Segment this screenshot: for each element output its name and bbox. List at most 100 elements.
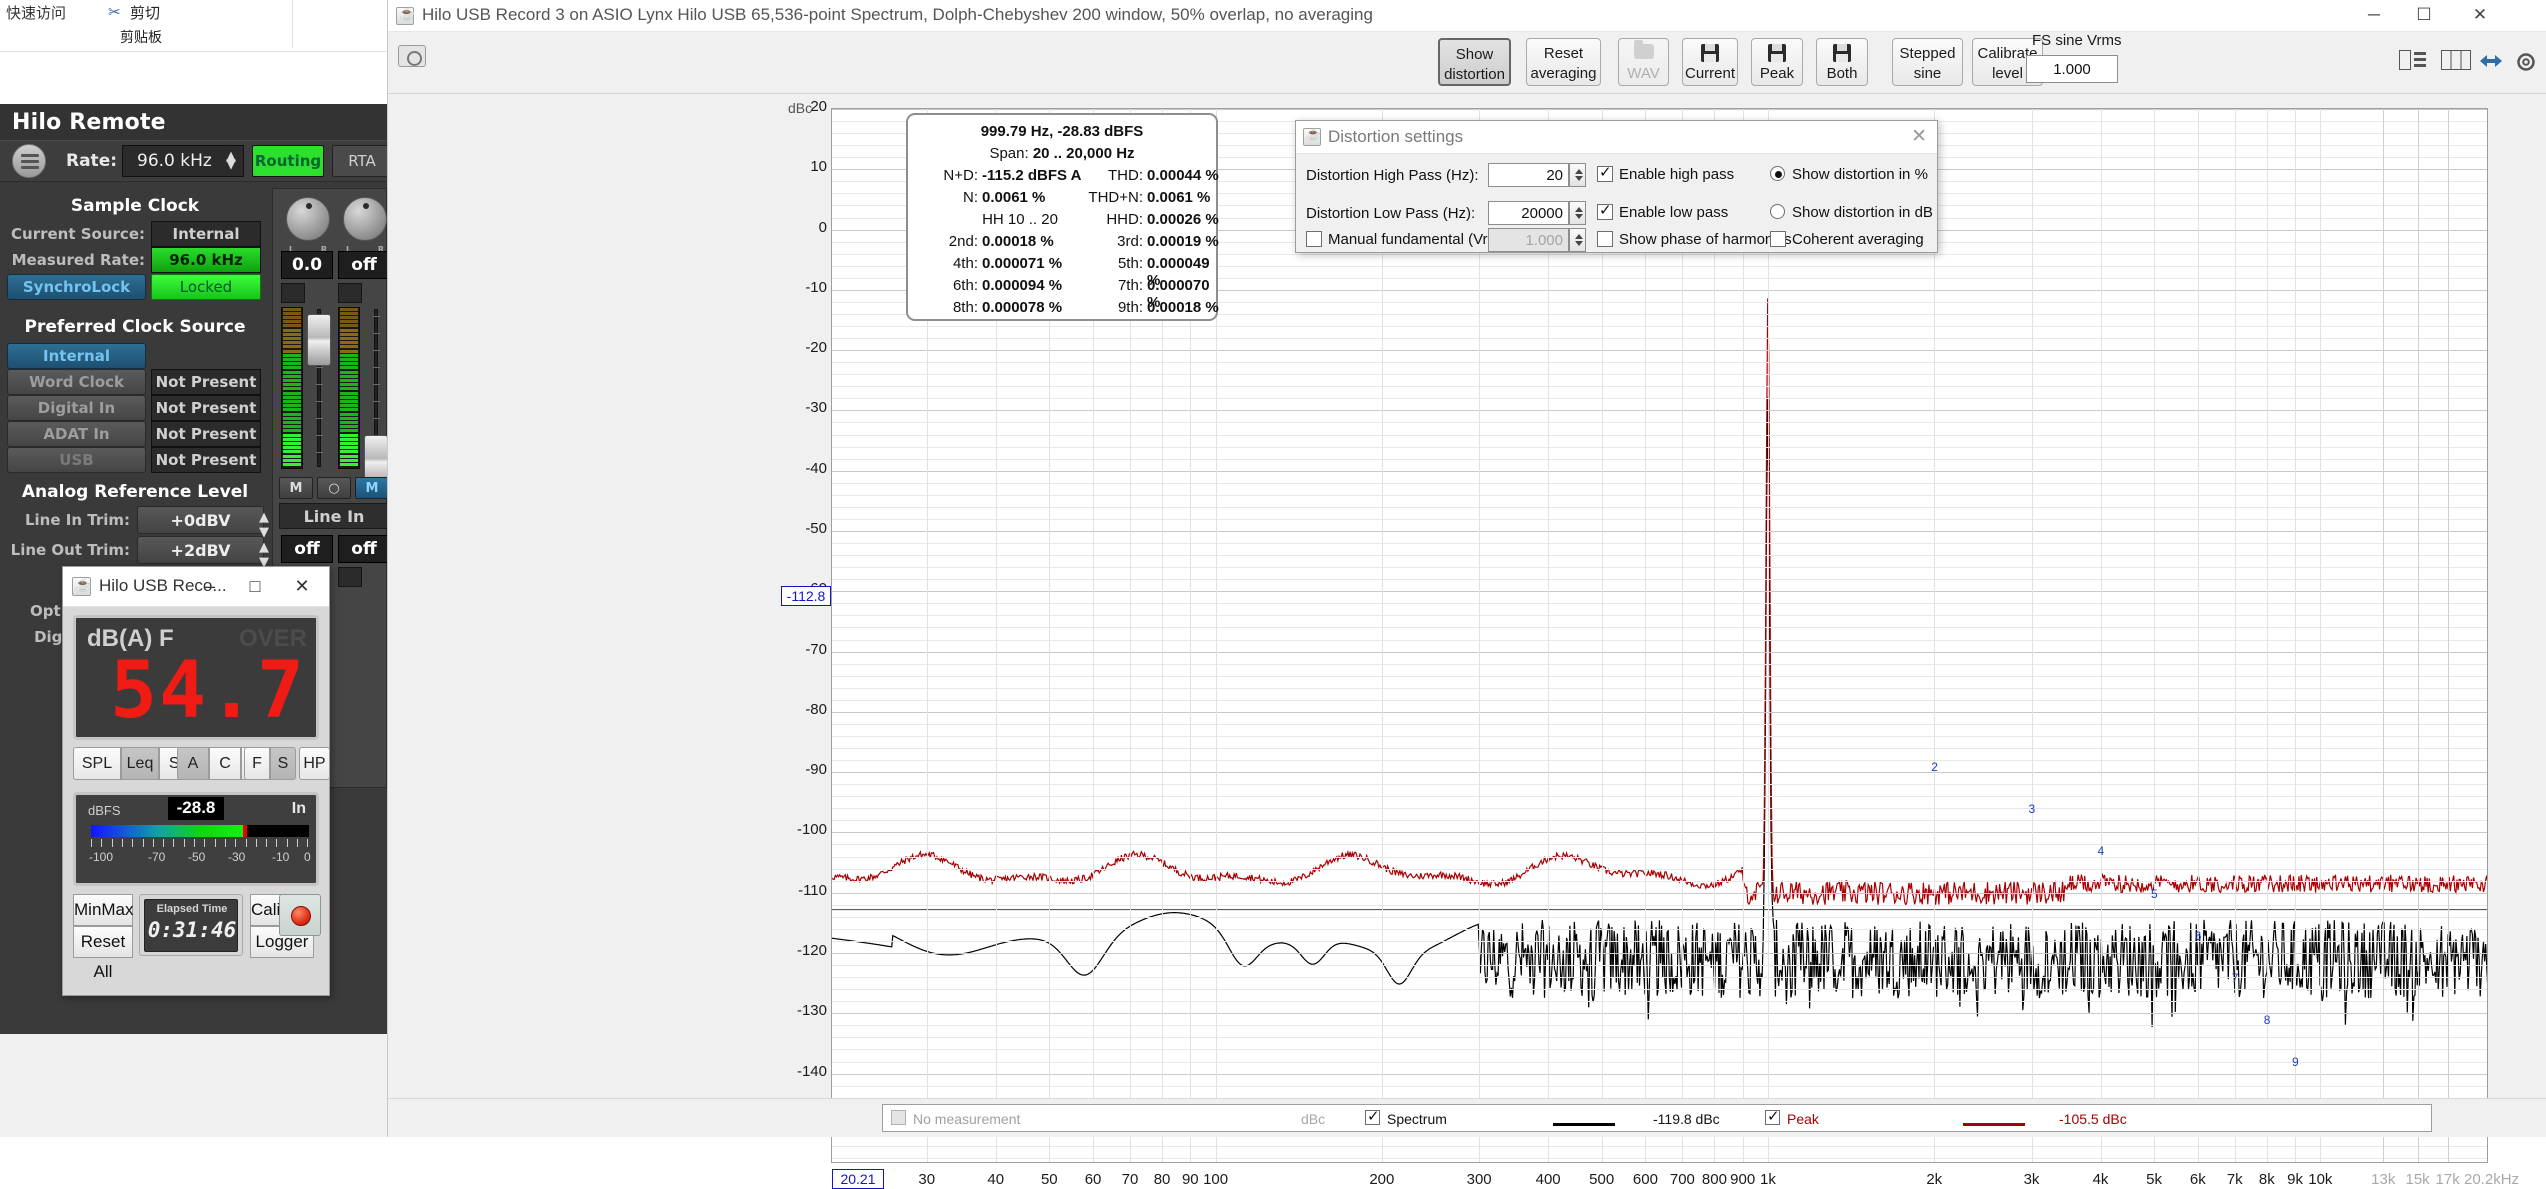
dist-k-0-2: THD:	[1108, 167, 1143, 184]
minmax-button[interactable]: MinMax	[73, 894, 134, 926]
elapsed-time-label: Elapsed Time	[156, 903, 228, 915]
hilo-title: Hilo Remote	[12, 110, 166, 135]
spl-time-s-button[interactable]: S	[270, 747, 296, 780]
reset-all-button[interactable]: Reset All	[73, 926, 133, 981]
layout-icon[interactable]	[2399, 50, 2427, 75]
show-db-radio[interactable]	[1770, 204, 1785, 219]
show-distortion-line2: distortion	[1444, 66, 1505, 83]
coherent-averaging-checkbox[interactable]	[1770, 231, 1786, 247]
analyzer-maximize-button[interactable]: ☐	[2401, 4, 2447, 28]
clock-source-digital-in[interactable]: Digital In	[7, 395, 146, 421]
enable-high-pass-label[interactable]: Enable high pass	[1619, 166, 1734, 183]
gain-value-b[interactable]: off	[338, 251, 390, 279]
cut-label[interactable]: 剪切	[130, 2, 160, 23]
line-in-trim-select[interactable]: +0dBV	[137, 506, 264, 534]
show-distortion-line1: Show	[1455, 46, 1494, 63]
peak-trace-checkbox[interactable]	[1765, 1107, 1780, 1125]
pan-knob-b[interactable]: L R	[343, 197, 387, 254]
spl-level-bar-fill	[91, 825, 243, 837]
show-percent-radio[interactable]	[1770, 166, 1785, 181]
spl-level-bar	[91, 825, 309, 837]
gain-value-a[interactable]: 0.0	[281, 251, 333, 279]
send-b-button[interactable]	[338, 567, 362, 587]
cut-icon: ✂	[108, 4, 121, 21]
enable-low-pass-label[interactable]: Enable low pass	[1619, 204, 1728, 221]
manual-fundamental-label[interactable]: Manual fundamental (Vrms)	[1328, 231, 1513, 248]
spl-maximize-button[interactable]: □	[238, 575, 272, 597]
clock-source-word-clock[interactable]: Word Clock	[7, 369, 146, 395]
y-tick--100: -100	[796, 821, 827, 839]
save-current-button[interactable]: Current	[1682, 38, 1738, 86]
spl-minimize-button[interactable]: –	[193, 575, 227, 597]
clock-source-internal[interactable]: Internal	[7, 343, 146, 369]
spl-lcd-display: dB(A) F OVER 54.7	[73, 615, 319, 740]
spl-mode-leq-button[interactable]: Leq	[121, 747, 159, 780]
rta-button[interactable]: RTA	[332, 145, 392, 177]
gear-icon[interactable]	[2514, 50, 2538, 79]
synchrolock-button[interactable]: SynchroLock	[7, 274, 146, 300]
grid-icon[interactable]	[2441, 50, 2471, 75]
show-distortion-button[interactable]: Show distortion	[1438, 38, 1511, 86]
reset-averaging-button[interactable]: Reset averaging	[1526, 38, 1601, 86]
high-pass-spinner[interactable]	[1569, 163, 1586, 187]
spl-time-f-button[interactable]: F	[244, 747, 270, 780]
x-tick-4k: 4k	[2092, 1171, 2109, 1188]
statusbar-inner: No measurement dBc Spectrum -119.8 dBc P…	[882, 1104, 2432, 1132]
enable-high-pass-checkbox[interactable]	[1597, 163, 1613, 182]
record-button[interactable]	[279, 894, 321, 936]
save-both-button[interactable]: Both	[1816, 38, 1868, 86]
cursor-x-readout[interactable]: 20.21	[832, 1169, 884, 1189]
clock-source-adat-in[interactable]: ADAT In	[7, 421, 146, 447]
spl-mode-spl-button[interactable]: SPL	[73, 747, 121, 780]
show-phase-label[interactable]: Show phase of harmonics	[1619, 231, 1792, 248]
preferred-clock-title: Preferred Clock Source	[24, 317, 246, 337]
clock-source-usb[interactable]: USB	[7, 447, 146, 473]
input-source-button[interactable]: Line In	[279, 503, 389, 529]
peak-trace	[832, 298, 2487, 907]
fader-handle-a[interactable]	[307, 314, 331, 366]
link-button[interactable]: ○	[317, 477, 351, 499]
no-measurement-label: No measurement	[913, 1111, 1021, 1127]
spectrum-trace-checkbox[interactable]	[1365, 1107, 1380, 1125]
rate-selector[interactable]: 96.0 kHz ▲ ▼	[122, 145, 244, 177]
save-peak-button[interactable]: Peak	[1751, 38, 1803, 86]
spl-weight-a-button[interactable]: A	[177, 747, 209, 780]
pan-knob-a[interactable]: L R	[286, 197, 330, 254]
stepped-sine-button[interactable]: Stepped sine	[1892, 38, 1963, 86]
rate-spinner-icon[interactable]: ▲ ▼	[226, 150, 236, 171]
fs-sine-input[interactable]: 1.000	[2026, 55, 2118, 83]
analyzer-minimize-button[interactable]: ─	[2351, 4, 2397, 28]
manual-fundamental-checkbox[interactable]	[1306, 231, 1322, 247]
mute-button-b[interactable]: M	[355, 477, 389, 499]
channel-a-button[interactable]	[281, 283, 305, 303]
send-b-value[interactable]: off	[338, 535, 390, 563]
expand-icon[interactable]	[2478, 50, 2504, 77]
mute-button-a[interactable]: M	[279, 477, 313, 499]
spl-highpass-button[interactable]: HP	[299, 747, 330, 780]
spl-close-button[interactable]: ✕	[285, 575, 319, 597]
show-phase-checkbox[interactable]	[1597, 231, 1613, 247]
channel-b-button[interactable]	[338, 283, 362, 303]
high-pass-input[interactable]: 20	[1488, 163, 1569, 187]
enable-low-pass-checkbox[interactable]	[1597, 201, 1613, 220]
cursor-y-readout[interactable]: -112.8	[781, 586, 831, 606]
coherent-averaging-label[interactable]: Coherent averaging	[1792, 231, 1924, 248]
line-out-trim-select[interactable]: +2dBV	[137, 536, 264, 564]
show-db-label[interactable]: Show distortion in dB	[1792, 204, 1933, 221]
y-tick-20: 20	[810, 98, 827, 115]
distortion-span-row: Span: 20 .. 20,000 Hz	[908, 145, 1216, 162]
explorer-status-pane	[0, 1030, 387, 1137]
low-pass-input[interactable]: 20000	[1488, 201, 1569, 225]
line-in-trim-spinner-icon[interactable]: ▲ ▼	[259, 510, 269, 540]
dist-k-4-2: 5th:	[1117, 255, 1143, 272]
show-percent-label[interactable]: Show distortion in %	[1792, 166, 1928, 183]
analyzer-close-button[interactable]: ✕	[2457, 4, 2503, 28]
camera-icon[interactable]	[398, 45, 426, 67]
menu-icon[interactable]	[12, 144, 46, 178]
send-a-value[interactable]: off	[281, 535, 333, 563]
routing-button[interactable]: Routing	[252, 145, 324, 177]
spl-weight-c-button[interactable]: C	[209, 747, 241, 780]
dialog-close-button[interactable]: ✕	[1911, 125, 1927, 148]
floppy-icon	[1701, 44, 1719, 62]
low-pass-spinner[interactable]	[1569, 201, 1586, 225]
